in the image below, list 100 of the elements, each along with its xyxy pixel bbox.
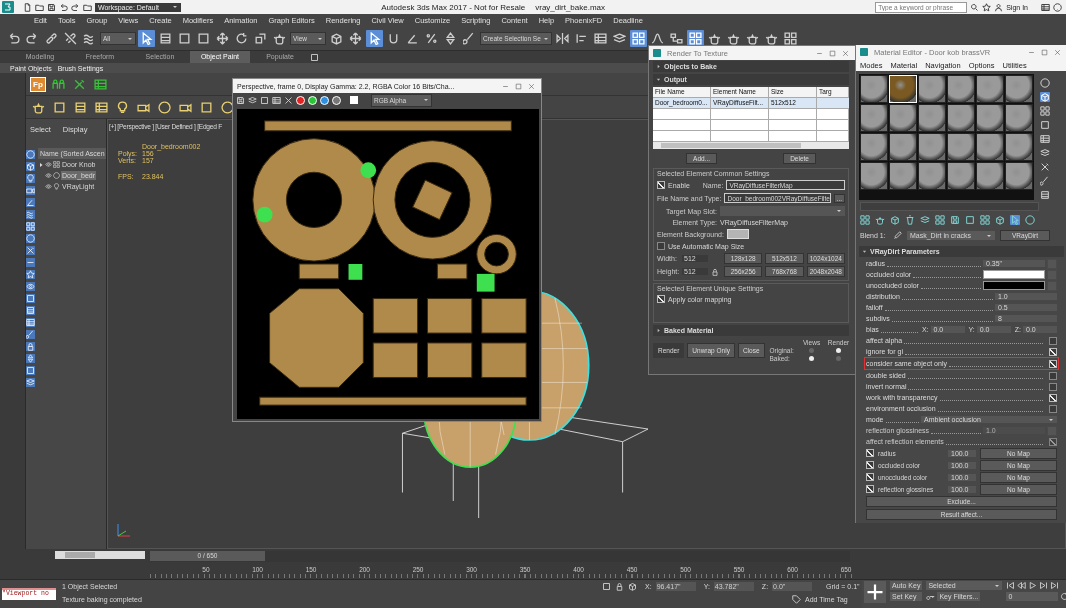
previous-frame-icon[interactable]: [1017, 581, 1027, 590]
mirror-icon[interactable]: [554, 30, 571, 47]
material-sample-slot[interactable]: [1005, 133, 1033, 161]
color-swatch[interactable]: [983, 281, 1045, 290]
search-icon[interactable]: [970, 2, 980, 12]
map-enable-checkbox[interactable]: [866, 473, 874, 481]
material-sample-slot[interactable]: [1005, 75, 1033, 103]
rect-icon[interactable]: [1040, 120, 1050, 130]
views-radio[interactable]: [809, 348, 815, 353]
filter-icon[interactable]: [26, 294, 35, 303]
parameter-checkbox[interactable]: [1049, 371, 1057, 380]
parameter-checkbox[interactable]: [1049, 347, 1057, 356]
channel-toggle[interactable]: [308, 95, 317, 105]
color-mapping-checkbox[interactable]: [657, 295, 665, 303]
list-icon[interactable]: [1040, 190, 1050, 200]
help-icon[interactable]: [1053, 2, 1062, 12]
material-sample-slot[interactable]: [947, 75, 975, 103]
filter-icon[interactable]: [26, 162, 35, 171]
app-logo-icon[interactable]: [2, 1, 14, 13]
lock-icon[interactable]: [615, 582, 624, 591]
delete-icon[interactable]: [905, 215, 915, 225]
filter-icon[interactable]: [26, 342, 35, 351]
filter-icon[interactable]: [26, 234, 35, 243]
channel-toggle[interactable]: [296, 95, 305, 105]
filter-icon[interactable]: [26, 150, 35, 159]
material-sample-slot[interactable]: [947, 133, 975, 161]
filter-icon[interactable]: [26, 354, 35, 363]
material-sample-slot[interactable]: [860, 75, 888, 103]
expand-arrow-icon[interactable]: [38, 161, 44, 168]
add-key-icon[interactable]: [864, 581, 886, 603]
close-icon[interactable]: [842, 49, 849, 57]
tools-icon[interactable]: [1040, 162, 1050, 172]
material-sample-slot[interactable]: [889, 162, 917, 190]
box-icon[interactable]: [1040, 92, 1050, 102]
render-radio[interactable]: [836, 348, 842, 353]
material-sample-slot[interactable]: [947, 162, 975, 190]
user-icon[interactable]: [994, 2, 1004, 12]
new-file-icon[interactable]: [23, 2, 32, 12]
material-sample-slot[interactable]: [976, 104, 1004, 132]
channel-toggle[interactable]: [320, 95, 329, 105]
redo-icon[interactable]: [71, 2, 80, 12]
filter-icon[interactable]: [26, 330, 35, 339]
filter-icon[interactable]: [26, 318, 35, 327]
alpha-toggle[interactable]: [332, 95, 341, 105]
visibility-eye-icon[interactable]: [45, 183, 52, 190]
filter-icon[interactable]: [26, 210, 35, 219]
filter-icon[interactable]: [26, 258, 35, 267]
filter-icon[interactable]: [26, 378, 35, 387]
material-sample-slot[interactable]: [918, 133, 946, 161]
material-sample-slot[interactable]: [889, 104, 917, 132]
layers-icon[interactable]: [1040, 148, 1050, 158]
link-icon[interactable]: [43, 30, 60, 47]
eyedropper-icon[interactable]: [893, 231, 902, 240]
go-to-end-icon[interactable]: [1050, 581, 1060, 590]
filter-icon[interactable]: [26, 270, 35, 279]
grid-icon[interactable]: [782, 30, 799, 47]
move-icon[interactable]: [214, 30, 231, 47]
clear-icon[interactable]: [284, 95, 293, 105]
horizontal-scrollbar[interactable]: [55, 551, 145, 559]
auto-size-checkbox[interactable]: [657, 242, 665, 250]
filter-icon[interactable]: [26, 366, 35, 375]
filter-icon[interactable]: [26, 246, 35, 255]
close-icon[interactable]: [1054, 48, 1061, 56]
parameter-checkbox[interactable]: [1049, 404, 1057, 413]
filter-icon[interactable]: [26, 282, 35, 291]
material-sample-slot[interactable]: [976, 162, 1004, 190]
material-sample-slot[interactable]: [918, 75, 946, 103]
color-swatch[interactable]: [983, 270, 1045, 279]
material-sample-slot[interactable]: [860, 104, 888, 132]
material-sample-slot[interactable]: [889, 133, 917, 161]
save-icon[interactable]: [47, 2, 56, 12]
grid-icon[interactable]: [1040, 106, 1050, 116]
monochrome-toggle[interactable]: [350, 96, 358, 104]
open-folder-icon[interactable]: [35, 2, 44, 12]
next-frame-icon[interactable]: [1039, 581, 1049, 590]
map-enable-checkbox[interactable]: [866, 461, 874, 469]
material-sample-slot[interactable]: [918, 162, 946, 190]
material-sample-slot[interactable]: [860, 162, 888, 190]
tag-icon[interactable]: [792, 595, 801, 604]
visibility-eye-icon[interactable]: [45, 172, 52, 179]
table-icon[interactable]: [1040, 134, 1050, 144]
filter-icon[interactable]: [26, 306, 35, 315]
material-sample-slot[interactable]: [976, 133, 1004, 161]
filter-icon[interactable]: [26, 186, 35, 195]
go-to-start-icon[interactable]: [1006, 581, 1016, 590]
render-radio[interactable]: [836, 356, 842, 361]
material-sample-slot[interactable]: [1005, 104, 1033, 132]
undo-icon[interactable]: [59, 2, 68, 12]
material-sample-slot[interactable]: [976, 75, 1004, 103]
filter-icon[interactable]: [26, 198, 35, 207]
move-icon[interactable]: [347, 30, 364, 47]
brush-icon[interactable]: [1040, 176, 1050, 186]
material-sample-slot[interactable]: [860, 133, 888, 161]
parameter-checkbox[interactable]: [1049, 393, 1057, 402]
background-color-swatch[interactable]: [726, 229, 749, 239]
filter-icon[interactable]: [26, 222, 35, 231]
map-enable-checkbox[interactable]: [866, 485, 874, 493]
play-icon[interactable]: [1028, 581, 1038, 590]
material-sample-slot[interactable]: [1005, 162, 1033, 190]
enable-checkbox[interactable]: [657, 181, 665, 189]
